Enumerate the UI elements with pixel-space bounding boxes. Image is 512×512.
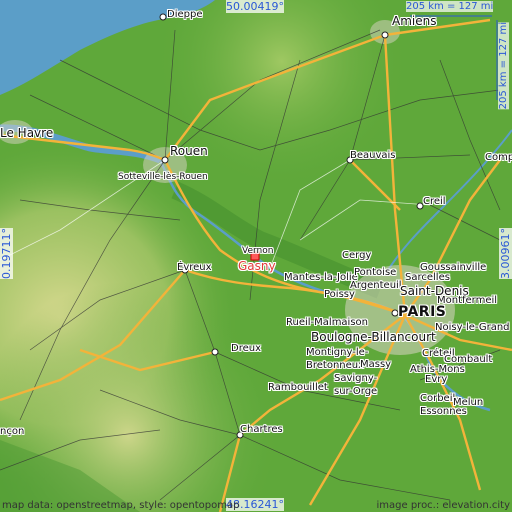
label-dieppe: Dieppe [167,9,203,20]
label-mantes: Mantes-la-Jolie [284,272,358,283]
coord-west: 0.19711° [0,228,13,279]
label-rouen: Rouen [170,144,208,158]
coord-north: 50.00419° [226,0,284,13]
label-savigny: Savigny-sur-Orge [334,373,378,397]
label-amiens: Amiens [392,14,437,28]
label-paris: PARIS [398,304,447,320]
label-evreux: Évreux [177,262,212,273]
dreux-marker [211,348,219,356]
label-sarcelles: Sarcelles [405,272,450,283]
label-boulogne: Boulogne-Billancourt [311,330,436,344]
label-pontoise: Pontoise [354,267,397,278]
label-sotteville: Sotteville-lès-Rouen [118,172,208,182]
label-creil: Creil [423,196,446,207]
label-cergy: Cergy [342,250,372,261]
label-beauvais: Beauvais [350,150,396,161]
label-dreux: Dreux [231,343,261,354]
dieppe-marker [159,13,167,21]
coord-east: 3.00961° [499,228,512,279]
credit-map-data: map data: openstreetmap, style: opentopo… [2,500,240,511]
label-noisy: Noisy-le-Grand [435,322,510,333]
label-rueil: Rueil-Malmaison [286,317,369,328]
label-alencon: nçon [0,426,25,437]
label-chartres: Chartres [240,424,283,435]
label-evry: Evry [425,374,448,385]
scale-label-vertical: 205 km = 127 mi [498,22,509,110]
label-melun: Melun [453,397,484,408]
label-vernon: Vernon [242,246,274,256]
label-gasny: Gasny [238,259,276,273]
label-rambouillet: Rambouillet [268,382,328,393]
rouen-marker [161,156,169,164]
amiens-marker [381,31,389,39]
map-canvas[interactable]: Dieppe Amiens Le Havre Rouen Sotteville-… [0,0,512,512]
credit-image-processing: image proc.: elevation.city [376,500,511,511]
label-compiegne: Compi [485,152,512,163]
label-le-havre: Le Havre [0,126,54,140]
label-argenteuil: Argenteuil [350,280,402,291]
label-massy: Massy [360,359,392,370]
scale-label-horizontal: 205 km = 127 mi [406,1,494,12]
